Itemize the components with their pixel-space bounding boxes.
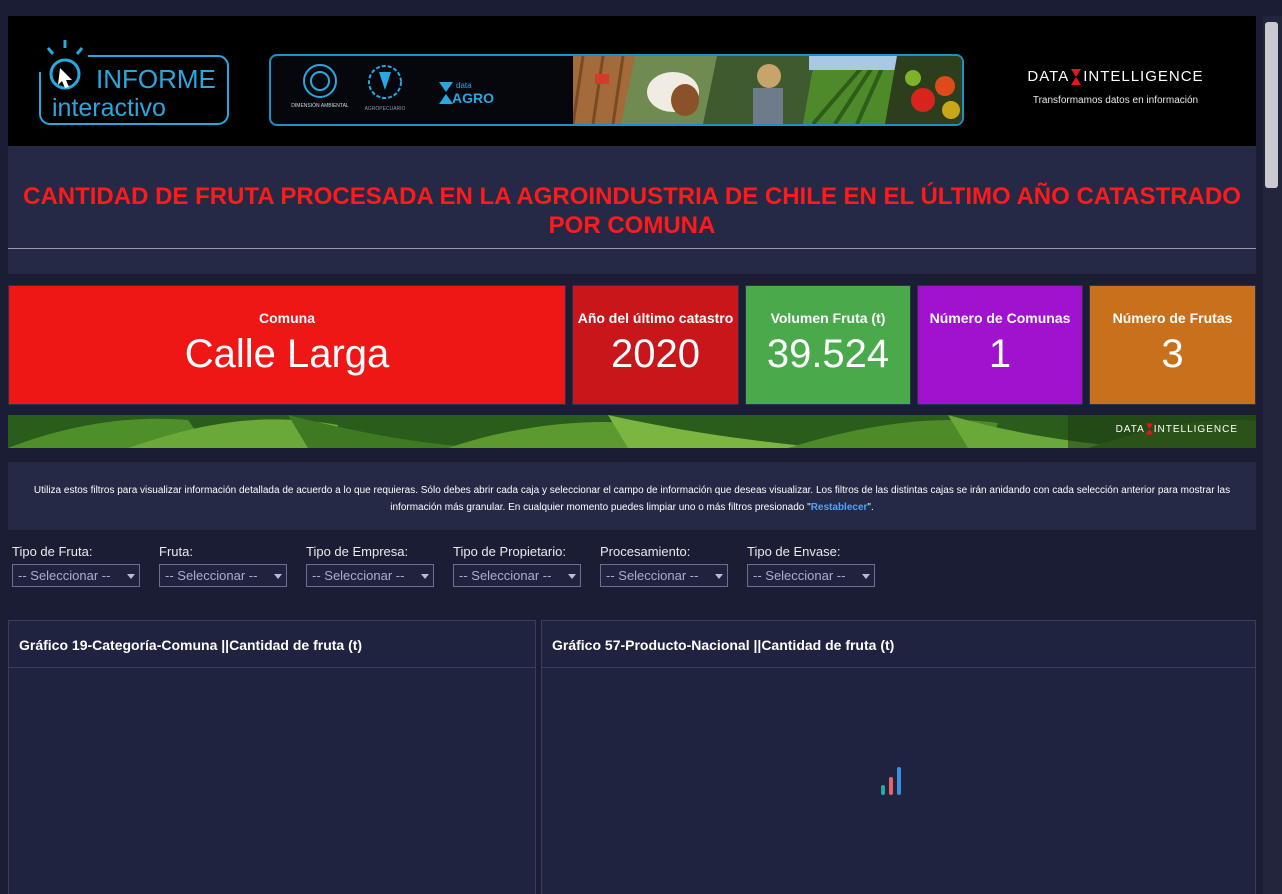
filter-label: Fruta: [159, 544, 193, 559]
kpi-label: Comuna [259, 310, 315, 326]
chevron-down-icon [568, 574, 576, 579]
kpi-card-comuna: Comuna Calle Larga [8, 285, 566, 405]
filter-tipo-empresa: Tipo de Empresa: -- Seleccionar -- [306, 544, 434, 587]
filter-select-tipo-empresa[interactable]: -- Seleccionar -- [306, 564, 434, 587]
filter-label: Tipo de Propietario: [453, 544, 566, 559]
filter-select-tipo-envase[interactable]: -- Seleccionar -- [747, 564, 875, 587]
kpi-card-volume: Volumen Fruta (t) 39.524 [745, 285, 911, 405]
title-section: CANTIDAD DE FRUTA PROCESADA EN LA AGROIN… [8, 146, 1256, 274]
informe-interactivo-logo: INFORME interactivo [38, 40, 229, 125]
filter-procesamiento: Procesamiento: -- Seleccionar -- [600, 544, 728, 587]
brand-tagline: Transformamos datos en información [1032, 95, 1199, 106]
filter-fruta: Fruta: -- Seleccionar -- [159, 544, 287, 587]
leaf-brand-left: DATA [1115, 423, 1145, 435]
scrollbar-thumb[interactable] [1265, 22, 1278, 188]
kpi-label: Volumen Fruta (t) [770, 310, 886, 326]
chart-panel-producto-nacional: Gráfico 57-Producto-Nacional ||Cantidad … [541, 620, 1256, 894]
filter-select-procesamiento[interactable]: -- Seleccionar -- [600, 564, 728, 587]
filter-tipo-fruta: Tipo de Fruta: -- Seleccionar -- [12, 544, 140, 587]
filter-select-value: -- Seleccionar -- [312, 568, 405, 583]
brand-left-text: DATA [1027, 68, 1070, 85]
kpi-value: 1 [988, 332, 1012, 376]
filter-select-tipo-fruta[interactable]: -- Seleccionar -- [12, 564, 140, 587]
filter-tipo-propietario: Tipo de Propietario: -- Seleccionar -- [453, 544, 581, 587]
filter-label: Procesamiento: [600, 544, 691, 559]
instructions-text: Utiliza estos filtros para visualizar in… [33, 485, 1231, 513]
filter-label: Tipo de Empresa: [306, 544, 409, 559]
filter-select-value: -- Seleccionar -- [606, 568, 699, 583]
panel-title: Gráfico 57-Producto-Nacional ||Cantidad … [542, 621, 1255, 668]
panel-title: Gráfico 19-Categoría-Comuna ||Cantidad d… [9, 621, 535, 668]
partner-logos: DIMENSIÓN AMBIENTAL AGROPECUARIO data AG… [291, 64, 494, 112]
partner-logo-2-text: AGROPECUARIO [365, 106, 406, 112]
agriculture-photo-collage [573, 56, 962, 124]
brand-right-text: INTELLIGENCE [1083, 68, 1204, 85]
kpi-value: 39.524 [766, 332, 890, 376]
chevron-down-icon [421, 574, 429, 579]
filter-label: Tipo de Envase: [747, 544, 841, 559]
leaf-brand-logo: DATA INTELLIGENCE [1116, 423, 1238, 435]
instructions-text-end: ". [867, 502, 874, 513]
kpi-value: 3 [1161, 332, 1184, 376]
kpi-card-comunas-count: Número de Comunas 1 [917, 285, 1083, 405]
filter-select-tipo-propietario[interactable]: -- Seleccionar -- [453, 564, 581, 587]
logo-text-top: INFORME [96, 64, 216, 94]
data-intelligence-logo: DATA INTELLIGENCE Transformamos datos en… [1008, 68, 1223, 128]
partners-banner: DIMENSIÓN AMBIENTAL AGROPECUARIO data AG… [269, 54, 964, 126]
partner-logo-3-small: data [456, 81, 472, 90]
kpi-value: Calle Larga [184, 332, 390, 376]
partner-logo-3-big: AGRO [452, 90, 494, 106]
logo-text-bottom: interactivo [52, 94, 166, 122]
page-scrollbar[interactable] [1263, 16, 1282, 894]
filter-select-value: -- Seleccionar -- [459, 568, 552, 583]
title-divider [8, 248, 1256, 249]
page-title: CANTIDAD DE FRUTA PROCESADA EN LA AGROIN… [23, 183, 1241, 239]
filter-select-value: -- Seleccionar -- [165, 568, 258, 583]
kpi-card-fruits-count: Número de Frutas 3 [1089, 285, 1256, 405]
kpi-card-year: Año del último catastro 2020 [572, 285, 739, 405]
filter-select-fruta[interactable]: -- Seleccionar -- [159, 564, 287, 587]
loading-spinner-icon [881, 767, 901, 795]
kpi-value: 2020 [611, 332, 700, 376]
partner-logo-1-text: DIMENSIÓN AMBIENTAL [291, 102, 349, 109]
chevron-down-icon [862, 574, 870, 579]
ambiental-seal-icon [303, 64, 337, 98]
kpi-label: Número de Frutas [1112, 310, 1233, 326]
kpi-label: Número de Comunas [929, 310, 1071, 326]
hourglass-icon [1145, 423, 1153, 435]
kpi-label: Año del último catastro [577, 310, 734, 326]
corn-leaves-image [8, 415, 1256, 448]
header-bar: INFORME interactivo DIMENSIÓN AMBIENTAL … [8, 16, 1256, 146]
chevron-down-icon [274, 574, 282, 579]
leaf-banner: DATA INTELLIGENCE [8, 415, 1256, 448]
leaf-brand-right: INTELLIGENCE [1153, 423, 1238, 435]
dataagro-hourglass-icon [439, 82, 453, 104]
filters-instructions: Utiliza estos filtros para visualizar in… [8, 462, 1256, 530]
filter-select-value: -- Seleccionar -- [18, 568, 111, 583]
filter-label: Tipo de Fruta: [12, 544, 93, 559]
chevron-down-icon [127, 574, 135, 579]
filter-select-value: -- Seleccionar -- [753, 568, 846, 583]
filter-tipo-envase: Tipo de Envase: -- Seleccionar -- [747, 544, 875, 587]
chart-panel-categoria-comuna: Gráfico 19-Categoría-Comuna ||Cantidad d… [8, 620, 536, 894]
hourglass-icon [1071, 68, 1082, 85]
chevron-down-icon [715, 574, 723, 579]
reset-link[interactable]: Restablecer [811, 502, 868, 513]
